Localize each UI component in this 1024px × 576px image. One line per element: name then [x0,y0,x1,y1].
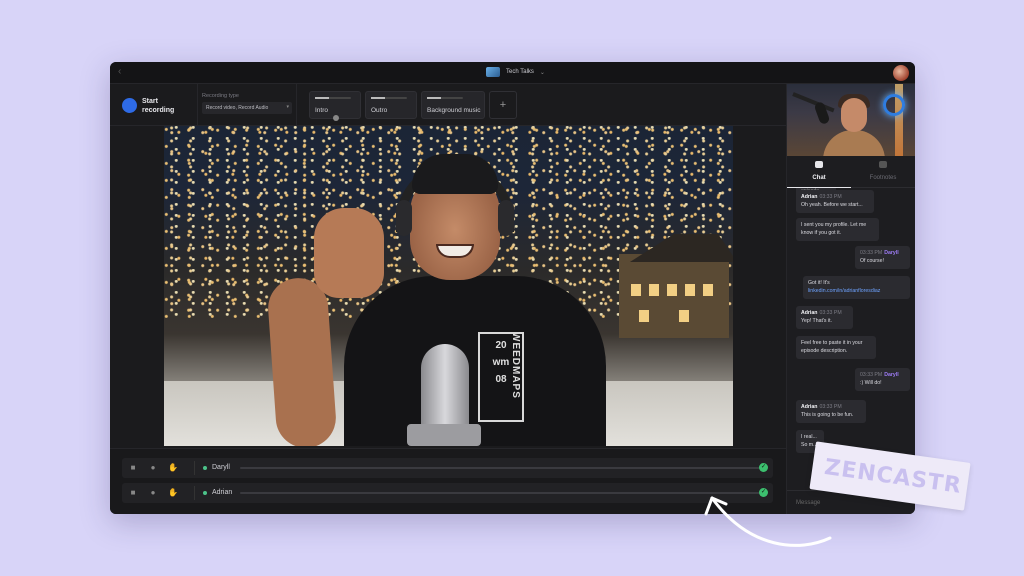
record-label[interactable]: Start recording [142,97,182,115]
camera-icon[interactable]: ■ [128,463,138,473]
studio-microphone [421,344,469,430]
check-icon: ✓ [759,463,768,472]
main-video-feed: 20 wm 08 WEEDMAPS [164,126,733,446]
chevron-down-icon: ⌄ [539,69,545,76]
chat-message: Adrian 03:33 PM Yep! That's it. [796,306,853,329]
chat-message: I sent you my profile. Let me know if yo… [796,218,879,241]
clip-label: Intro [315,107,329,114]
speaker-torso [344,276,606,446]
audio-level-bar [240,492,765,494]
track-row[interactable]: ■ ● ✋ Daryll ✓ [122,458,773,478]
episode-title-selector[interactable]: Tech Talks ⌄ [486,67,545,77]
recording-type-group: Recording type Record video, Record Audi… [197,84,297,126]
clip-outro[interactable]: Outro [365,91,417,119]
chat-message: 03:33 PM Daryll :) Will do! [855,368,910,391]
online-status-dot [203,491,207,495]
chat-message: Adrian 03:33 PM Oh yeah. Before we start.… [796,190,874,213]
hand-drawn-arrow-icon [704,496,832,547]
record-button[interactable] [122,98,137,113]
recording-type-select[interactable]: Record video, Record Audio ▾ [202,102,292,114]
chat-message: 03:33 PM Daryll Of course! [855,246,910,269]
house-backdrop [619,234,733,338]
clip-label: Background music [427,107,481,114]
clip-waveform [371,97,407,99]
chevron-down-icon: ▾ [286,104,289,110]
tab-chat[interactable]: Chat [787,156,851,188]
hand-icon[interactable]: ✋ [168,463,178,473]
episode-title: Tech Talks [506,69,534,75]
shirt-side-text: WEEDMAPS [510,332,521,399]
track-row[interactable]: ■ ● ✋ Adrian ✓ [122,483,773,503]
tab-footnotes[interactable]: Footnotes [851,156,915,188]
participant-name: Adrian [212,489,233,496]
episode-thumbnail [486,67,500,77]
headphone-left [396,200,412,236]
microphone-stand [407,424,481,446]
add-clip-button[interactable]: + [489,91,517,119]
speaker-cap [412,154,498,194]
chat-message: Got it! It's linkedin.com/in/adrianflore… [803,276,910,299]
raised-arm [266,276,338,446]
app-window: ‹ Tech Talks ⌄ Start recording Recording… [110,62,915,514]
scrub-handle[interactable] [333,115,339,121]
chat-messages: episode Adrian03:33 PM Oh yeah. Before w… [787,188,915,488]
waving-hand [314,208,384,298]
mic-icon[interactable]: ● [148,463,158,473]
chat-message: Feel free to paste it in your episode de… [796,336,876,359]
back-arrow-icon[interactable]: ‹ [118,66,121,77]
clip-label: Outro [371,107,388,114]
guest-camera-feed [787,84,915,156]
title-bar: ‹ Tech Talks ⌄ [110,62,915,84]
video-stage: 20 wm 08 WEEDMAPS [110,126,786,448]
clip-waveform [427,97,463,99]
profile-link[interactable]: linkedin.com/in/adrianfloresdiaz [808,288,880,294]
chat-message: Adrian 03:33 PM This is going to be fun. [796,400,866,423]
clip-waveform [315,97,351,99]
camera-icon[interactable]: ■ [128,488,138,498]
footnotes-icon [879,161,887,168]
chat-icon [815,161,823,168]
sidebar-tabs: Chat Footnotes [787,156,915,188]
audio-level-bar [240,467,765,469]
recording-type-label: Recording type [202,93,239,99]
participant-name: Daryll [212,464,230,471]
hand-icon[interactable]: ✋ [168,488,178,498]
clip-background-music[interactable]: Background music [421,91,485,119]
toolbar: Start recording Recording type Record vi… [110,84,786,126]
mic-icon[interactable]: ● [148,488,158,498]
recording-type-value: Record video, Record Audio [206,105,269,111]
participant-tracks: ■ ● ✋ Daryll ✓ ■ ● ✋ Adrian ✓ [110,448,786,514]
online-status-dot [203,466,207,470]
avatar[interactable] [893,65,909,81]
headphone-right [498,200,514,236]
